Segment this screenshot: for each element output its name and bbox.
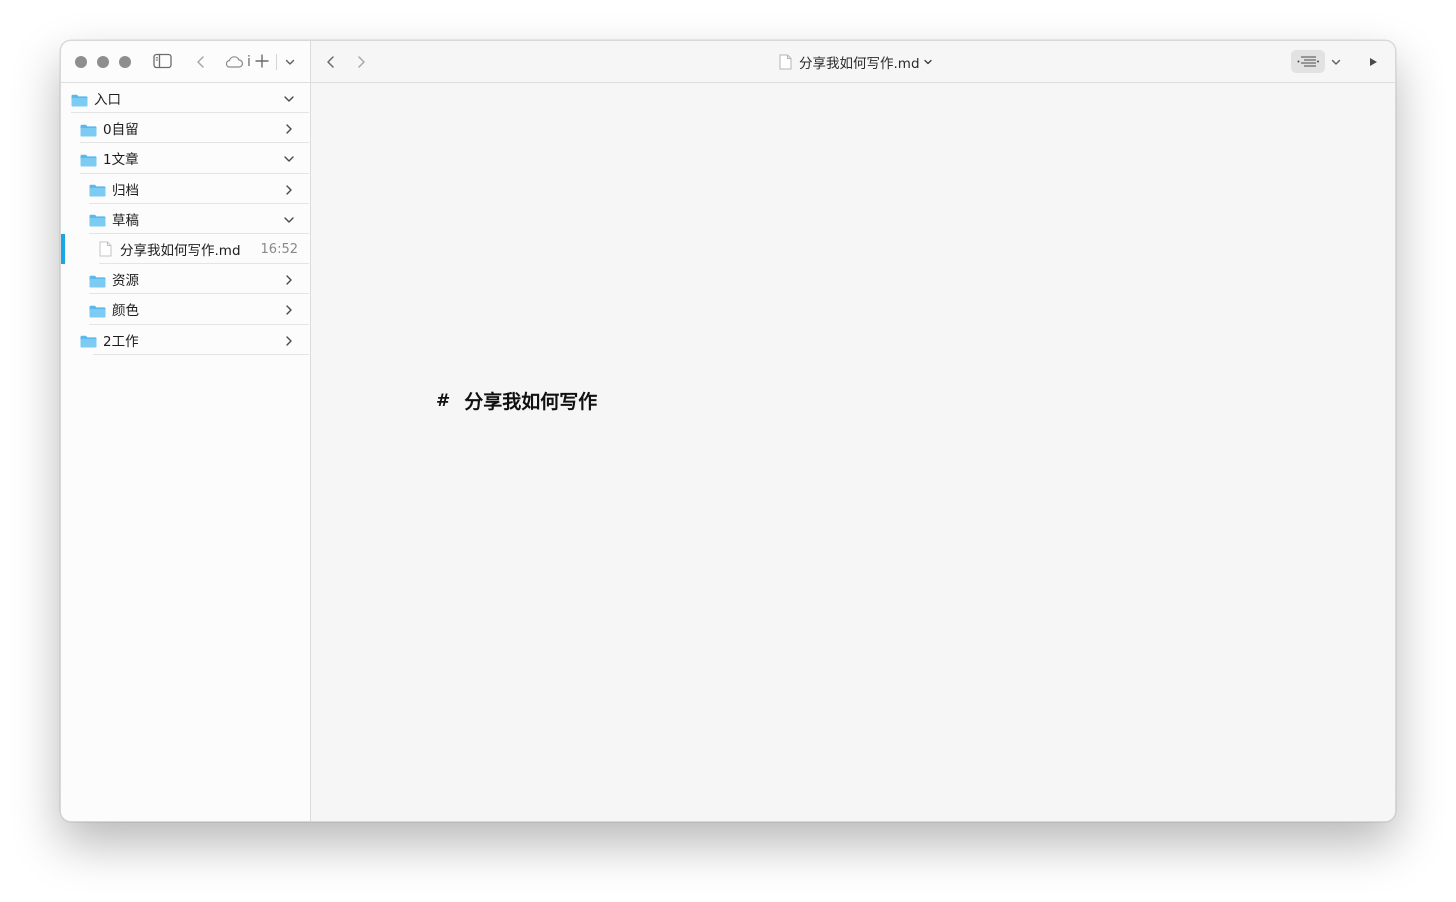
chevron-down-icon[interactable]: [1330, 56, 1342, 68]
folder-label: 0自留: [103, 122, 139, 139]
file-tree: 入口 0自留 1文章归档草稿分享我如何写作.md 16:52 资源颜色 2工作: [61, 83, 310, 355]
folder-icon: [89, 212, 106, 227]
chevron-down-icon[interactable]: [284, 56, 296, 68]
selection-indicator: [61, 233, 65, 265]
folder-label: 草稿: [112, 212, 139, 229]
sidebar-toolbar: i: [61, 41, 310, 83]
forward-icon[interactable]: [355, 54, 367, 69]
chevron-right-icon[interactable]: [282, 333, 296, 347]
folder-label: 入口: [94, 92, 121, 109]
outline-icon: [1297, 55, 1319, 69]
back-icon[interactable]: [325, 54, 337, 69]
folder-item[interactable]: 2工作: [61, 325, 310, 355]
folder-icon: [80, 333, 97, 348]
folder-item[interactable]: 入口: [61, 83, 310, 114]
editor-toolbar: 分享我如何写作.md: [311, 41, 1395, 83]
folder-item[interactable]: 1文章: [61, 143, 310, 174]
document-title: 分享我如何写作.md: [799, 56, 920, 72]
sidebar: i 入口 0自留 1文章归档草稿分享我如何写作.md 16:52 资源颜色 2工作: [61, 41, 311, 821]
heading-text: 分享我如何写作: [464, 391, 598, 413]
folder-item[interactable]: 草稿: [61, 204, 310, 234]
close-window-button[interactable]: [75, 56, 87, 68]
folder-label: 2工作: [103, 333, 139, 350]
modified-time: 16:52: [260, 241, 298, 257]
info-icon[interactable]: i: [245, 53, 253, 71]
folder-icon: [89, 303, 106, 318]
chevron-down-icon[interactable]: [282, 151, 296, 165]
folder-item[interactable]: 资源: [61, 264, 310, 295]
app-window: i 入口 0自留 1文章 归档 草稿 分享我如何写作.md 16:52 资源 颜色 2工作: [60, 40, 1396, 822]
chevron-down-icon[interactable]: [282, 91, 296, 105]
editor-pane: 分享我如何写作.md # 分享我如何写作: [311, 41, 1395, 821]
file-item[interactable]: 分享我如何写作.md 16:52: [61, 233, 310, 265]
document-icon: [99, 241, 113, 257]
icloud-icon[interactable]: [224, 55, 244, 69]
file-label: 分享我如何写作.md: [120, 243, 241, 260]
toolbar-divider: [276, 54, 277, 70]
folder-item[interactable]: 0自留: [61, 113, 310, 144]
minimize-window-button[interactable]: [97, 56, 109, 68]
document-title-menu[interactable]: 分享我如何写作.md: [779, 52, 933, 72]
chevron-right-icon[interactable]: [282, 182, 296, 196]
folder-item[interactable]: 归档: [61, 174, 310, 204]
chevron-right-icon[interactable]: [282, 121, 296, 135]
folder-label: 1文章: [103, 152, 139, 169]
chevron-down-icon: [923, 57, 933, 67]
folder-icon: [89, 273, 106, 288]
folder-icon: [71, 92, 88, 107]
folder-icon: [80, 122, 97, 137]
back-icon[interactable]: [195, 54, 207, 69]
sidebar-toggle-icon[interactable]: [153, 53, 172, 69]
editor-heading-line[interactable]: # 分享我如何写作: [436, 387, 597, 414]
chevron-right-icon[interactable]: [282, 302, 296, 316]
document-icon: [779, 54, 792, 70]
zoom-window-button[interactable]: [119, 56, 131, 68]
folder-label: 归档: [112, 182, 139, 199]
chevron-down-icon[interactable]: [282, 212, 296, 226]
outline-button[interactable]: [1291, 50, 1325, 73]
folder-icon: [89, 182, 106, 197]
row-separator: [93, 353, 309, 355]
folder-label: 颜色: [112, 303, 139, 320]
new-icon[interactable]: [254, 53, 270, 69]
folder-item[interactable]: 颜色: [61, 294, 310, 325]
folder-label: 资源: [112, 273, 139, 290]
heading-marker: #: [436, 390, 451, 411]
folder-icon: [80, 152, 97, 167]
chevron-right-icon[interactable]: [282, 272, 296, 286]
play-icon[interactable]: [1367, 56, 1379, 68]
